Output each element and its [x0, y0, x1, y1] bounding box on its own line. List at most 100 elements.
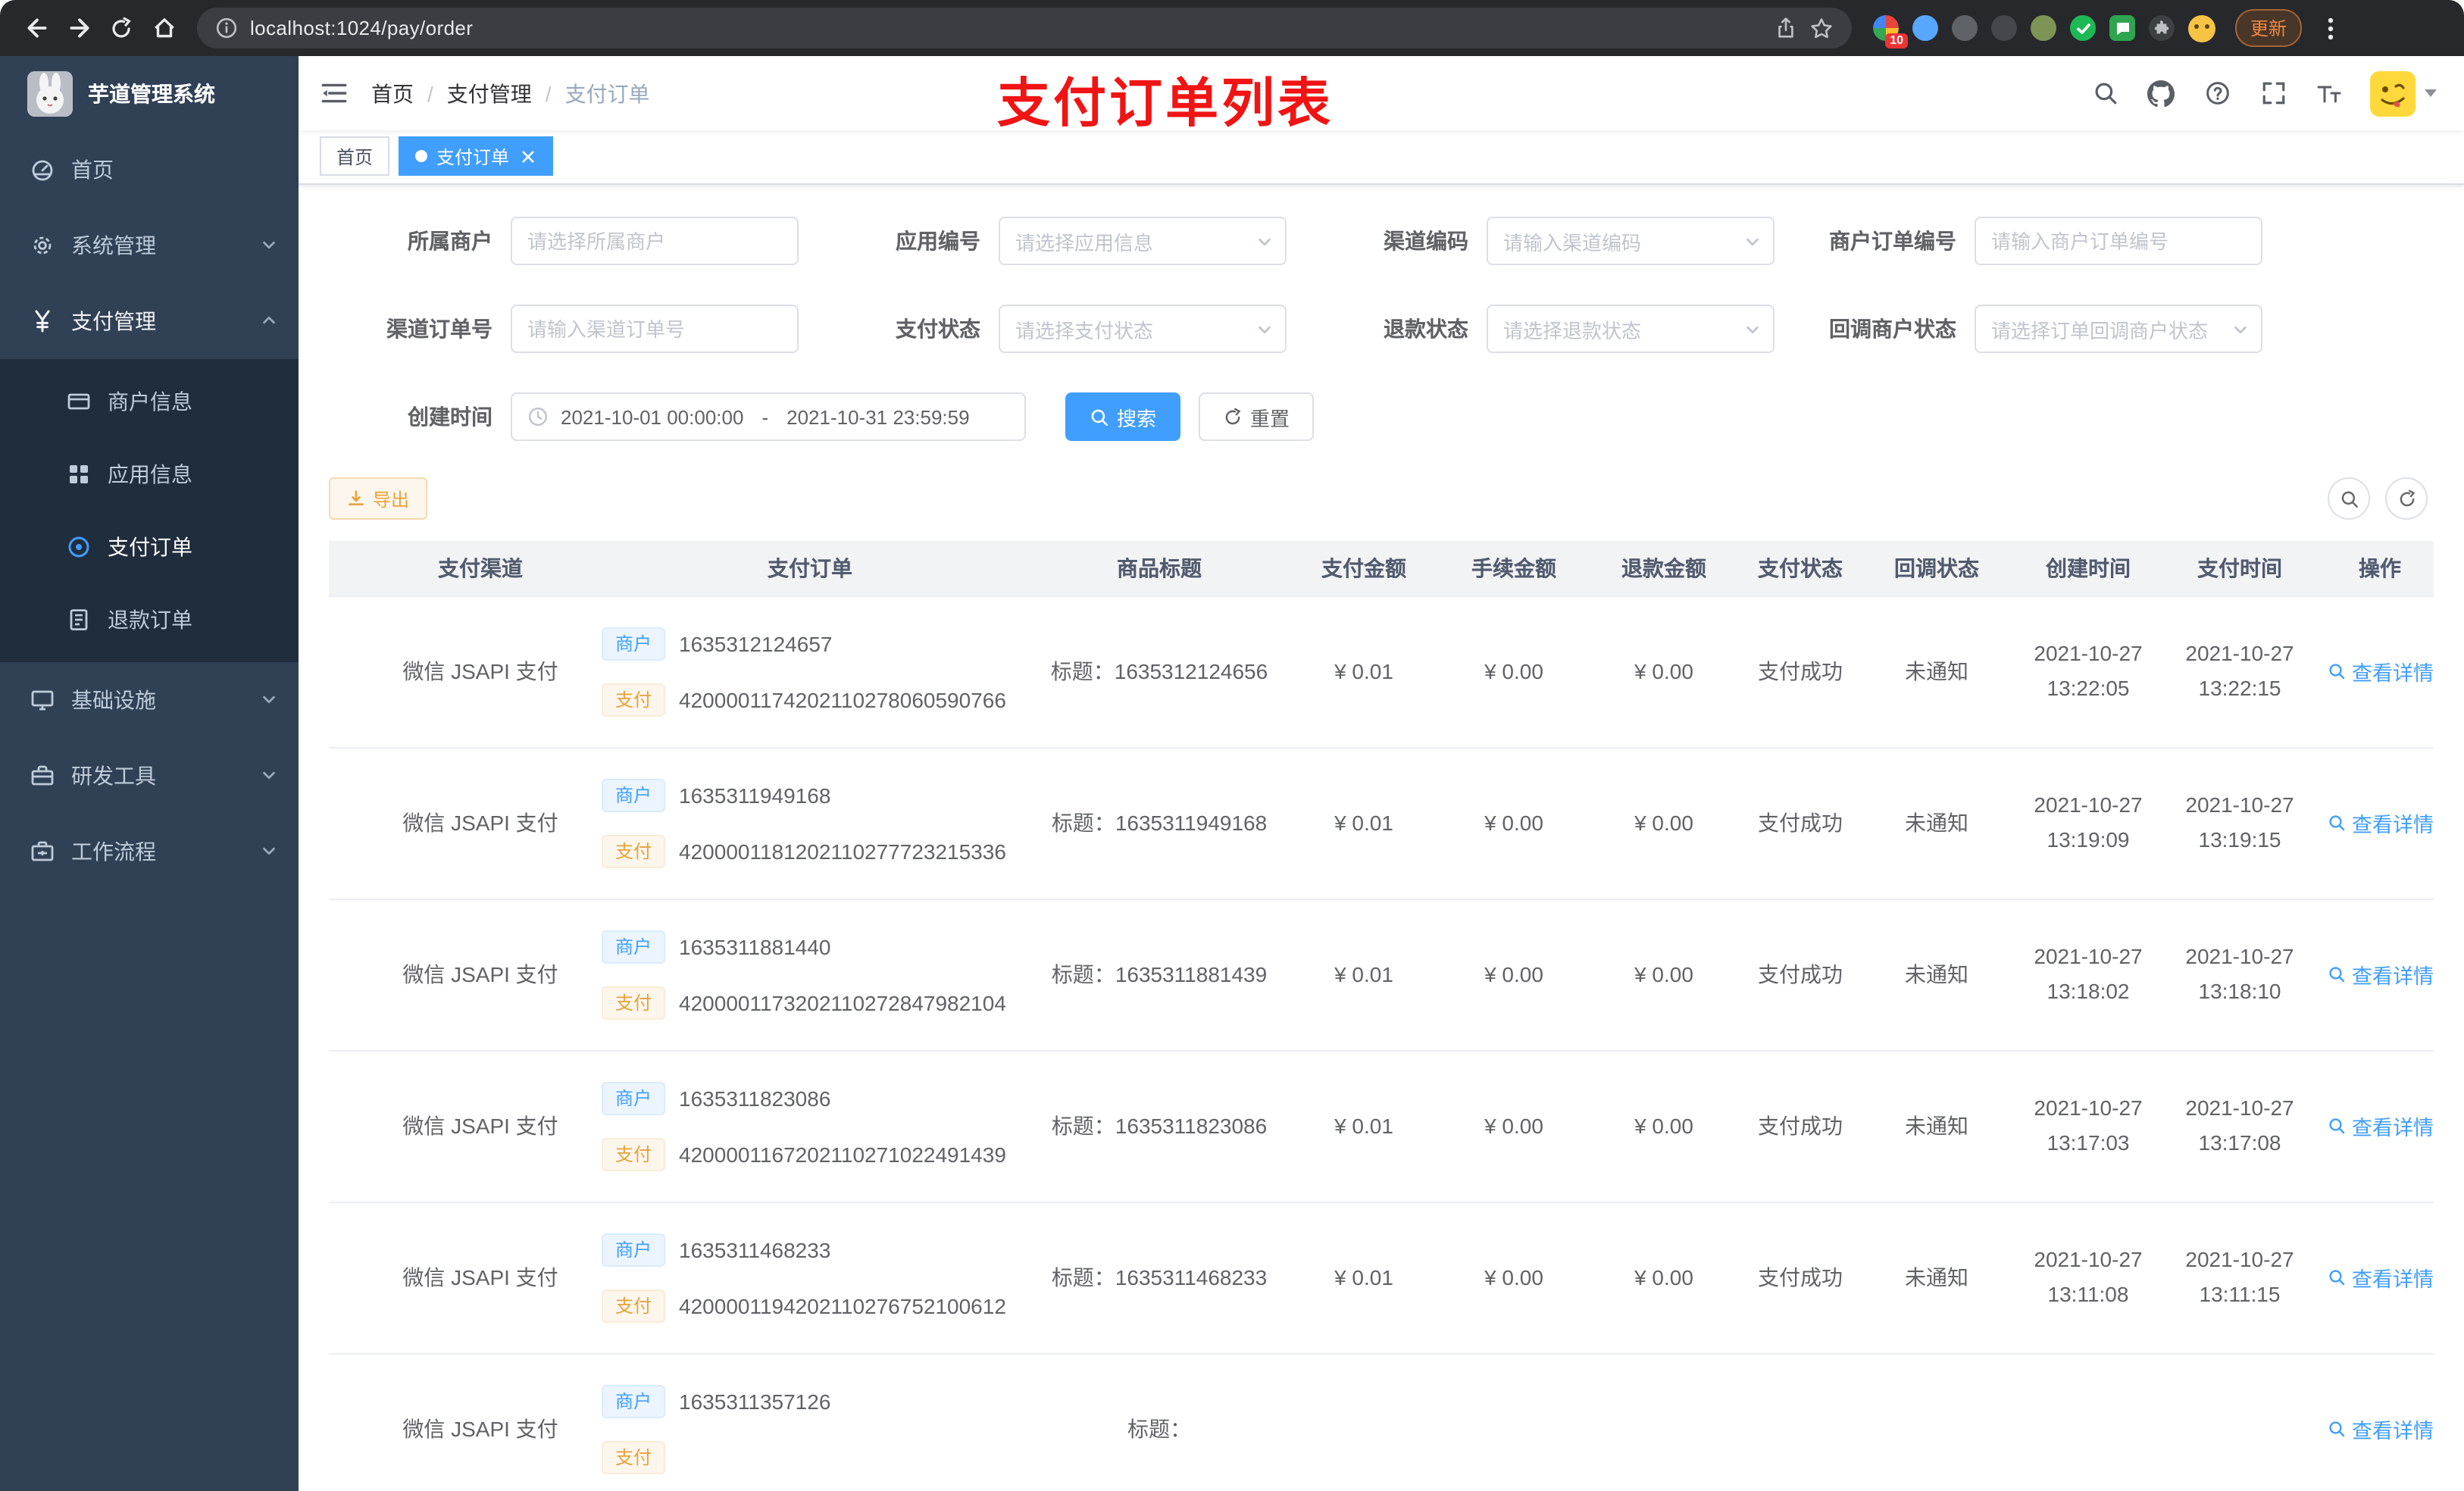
table-body: 21 微信 JSAPI 支付 商户 1635312124657 支付 42000…	[329, 595, 2434, 1491]
pay-tag: 支付	[602, 834, 666, 867]
search-icon[interactable]	[2090, 78, 2120, 108]
app-no-select[interactable]: 请选择应用信息	[999, 217, 1287, 265]
cell-id: 20	[329, 747, 371, 899]
table-header-row: 编号 支付渠道 支付订单 商品标题 支付金额 手续金额 退款金额 支付状态 回调…	[329, 541, 2434, 596]
cell-fee-amount: ¥ 0.00	[1440, 1050, 1588, 1202]
reset-button[interactable]: 重置	[1199, 392, 1315, 441]
sidebar-item-infra[interactable]: 基础设施	[0, 662, 299, 738]
cell-pay-status: 支付成功	[1740, 899, 1861, 1051]
tab-home[interactable]: 首页	[320, 136, 390, 176]
pay-status-select[interactable]: 请选择支付状态	[999, 305, 1287, 353]
col-title: 商品标题	[1030, 541, 1288, 596]
view-detail-link[interactable]: 查看详情	[2328, 1111, 2434, 1141]
tab-pay-order[interactable]: 支付订单	[399, 136, 554, 176]
view-detail-link[interactable]: 查看详情	[2328, 959, 2434, 989]
forward-icon[interactable]	[58, 7, 100, 49]
address-bar[interactable]: localhost:1024/pay/order	[197, 8, 1852, 48]
merchant-tag: 商户	[602, 930, 666, 963]
create-time-range-picker[interactable]: 2021-10-01 00:00:00 - 2021-10-31 23:59:5…	[511, 392, 1026, 441]
search-icon	[2329, 815, 2345, 831]
refresh-list-button[interactable]	[2385, 477, 2428, 520]
chevron-down-icon	[261, 764, 277, 788]
sidebar-item-workflow[interactable]: 工作流程	[0, 814, 299, 889]
belong-merchant-input[interactable]	[511, 217, 799, 265]
browser-menu-icon[interactable]	[2315, 7, 2346, 49]
list-toolbar: 导出	[329, 477, 2434, 520]
breadcrumb-home[interactable]: 首页	[371, 78, 414, 108]
view-detail-link[interactable]: 查看详情	[2328, 1262, 2434, 1293]
extension-drop-icon[interactable]	[1912, 15, 1938, 41]
merchant-tag: 商户	[602, 627, 666, 660]
cell-channel: 微信 JSAPI 支付	[371, 1202, 589, 1354]
search-button[interactable]: 搜索	[1065, 392, 1181, 441]
cell-actions: 查看详情	[2315, 595, 2434, 748]
grid-icon	[70, 465, 88, 483]
extension-colorful-icon[interactable]: 10	[1873, 15, 1908, 48]
cell-title: 标题：1635312124656	[1030, 595, 1288, 748]
extension-emoji-icon[interactable]	[2188, 14, 2215, 42]
home-icon[interactable]	[142, 7, 185, 49]
bookmark-star-icon[interactable]	[1809, 16, 1834, 40]
user-menu[interactable]	[2370, 70, 2437, 116]
col-notify-status: 回调状态	[1861, 541, 2012, 596]
view-detail-link[interactable]: 查看详情	[2328, 1414, 2434, 1444]
sidebar-item-payment[interactable]: 支付管理	[0, 283, 299, 359]
sidebar-item-devtools[interactable]: 研发工具	[0, 738, 299, 814]
cell-id: 17	[329, 1202, 371, 1354]
extension-chat-icon[interactable]	[2109, 15, 2135, 41]
sidebar-item-refund-order[interactable]: 退款订单	[0, 583, 299, 656]
sidebar-item-pay-order[interactable]: 支付订单	[0, 511, 299, 583]
cell-pay-amount: ¥ 0.01	[1288, 899, 1440, 1051]
col-pay-time: 支付时间	[2164, 541, 2315, 596]
share-icon[interactable]	[1775, 17, 1797, 39]
site-info-icon[interactable]	[215, 17, 238, 39]
callback-status-select[interactable]: 请选择订单回调商户状态	[1975, 305, 2262, 353]
back-icon[interactable]	[15, 7, 58, 49]
sidebar-item-app-info[interactable]: 应用信息	[0, 438, 299, 511]
active-dot	[415, 150, 428, 162]
breadcrumb-payment[interactable]: 支付管理	[447, 78, 532, 108]
url-text[interactable]: localhost:1024/pay/order	[250, 17, 1762, 39]
cell-pay-order: 商户 1635312124657 支付 42000011742021102780…	[589, 595, 1030, 748]
export-button[interactable]: 导出	[329, 477, 428, 520]
chevron-down-icon	[1746, 325, 1759, 333]
extension-dark-icon[interactable]	[1991, 15, 2017, 41]
extension-check-icon[interactable]	[2070, 15, 2096, 41]
cell-refund-amount	[1588, 1353, 1740, 1491]
cell-actions: 查看详情	[2315, 747, 2434, 899]
toggle-search-button[interactable]	[2328, 477, 2370, 520]
merchant-order-no-input[interactable]	[1975, 217, 2262, 265]
table-row: 16 微信 JSAPI 支付 商户 1635311357126 支付 标题： 查…	[329, 1353, 2434, 1491]
cell-create-time: 2021-10-27 13:11:08	[2012, 1202, 2164, 1354]
browser-update-button[interactable]: 更新	[2235, 9, 2303, 47]
chevron-down-icon	[261, 688, 277, 712]
channel-order-no-input[interactable]	[511, 305, 799, 353]
font-size-icon[interactable]	[2314, 78, 2344, 108]
view-detail-link[interactable]: 查看详情	[2328, 656, 2434, 686]
search-icon	[1091, 408, 1108, 426]
extension-gray-icon[interactable]	[1952, 15, 1978, 41]
sidebar-item-home[interactable]: 首页	[0, 132, 299, 208]
extension-olive-icon[interactable]	[2031, 15, 2056, 41]
cell-pay-status	[1740, 1353, 1861, 1491]
cell-refund-amount: ¥ 0.00	[1588, 1050, 1740, 1202]
chevron-down-icon	[261, 839, 277, 864]
cell-pay-order: 商户 1635311881440 支付 42000011732021102728…	[589, 899, 1030, 1051]
field-label: 创建时间	[408, 405, 492, 429]
refund-status-select[interactable]: 请选择退款状态	[1487, 305, 1775, 353]
sidebar-item-system[interactable]: 系统管理	[0, 208, 299, 283]
cell-fee-amount: ¥ 0.00	[1440, 595, 1588, 748]
sidebar-item-merchant-info[interactable]: 商户信息	[0, 365, 299, 438]
extensions-puzzle-icon[interactable]	[2149, 15, 2175, 41]
app-logo[interactable]: 芋道管理系统	[0, 56, 299, 132]
view-detail-link[interactable]: 查看详情	[2328, 808, 2434, 838]
fullscreen-icon[interactable]	[2258, 78, 2288, 108]
channel-code-select[interactable]: 请输入渠道编码	[1487, 217, 1775, 265]
github-icon[interactable]	[2146, 78, 2176, 108]
sidebar-toggle-icon[interactable]	[320, 79, 349, 108]
circle-dot-icon	[68, 536, 89, 558]
help-icon[interactable]	[2202, 78, 2232, 108]
reload-icon[interactable]	[100, 7, 142, 49]
close-icon[interactable]	[518, 147, 536, 165]
chevron-up-icon	[261, 309, 277, 333]
